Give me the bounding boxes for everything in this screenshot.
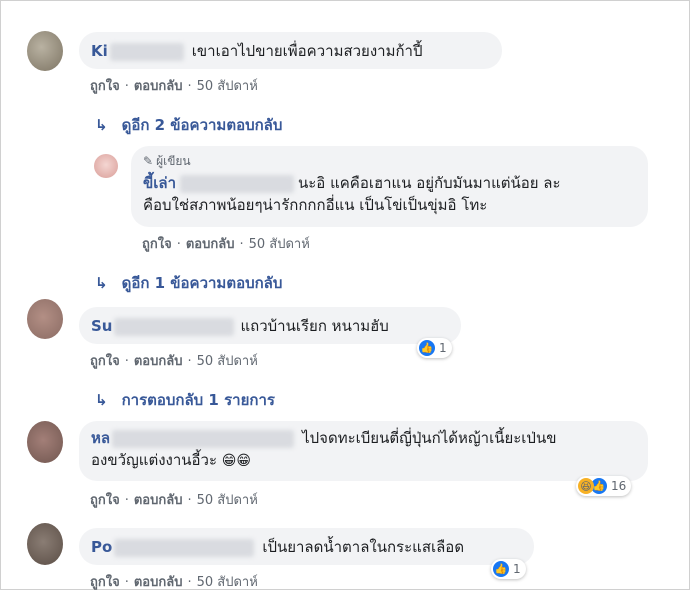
reply-link[interactable]: ตอบกลับ bbox=[186, 237, 235, 252]
avatar[interactable] bbox=[27, 421, 63, 463]
comment-actions: ถูกใจ · ตอบกลับ · 50 สัปดาห์ bbox=[90, 493, 258, 508]
author-badge: ✎ ผู้เขียน bbox=[143, 150, 636, 172]
redacted-name bbox=[109, 42, 184, 61]
view-more-replies[interactable]: ↳ ดูอีก 2 ข้อความตอบกลับ bbox=[95, 113, 282, 137]
reply-link[interactable]: ตอบกลับ bbox=[134, 354, 183, 369]
like-link[interactable]: ถูกใจ bbox=[90, 354, 120, 369]
reply-link[interactable]: ตอบกลับ bbox=[134, 493, 183, 508]
view-more-label: การตอบกลับ 1 รายการ bbox=[121, 391, 275, 409]
comment-bubble: ✎ ผู้เขียน ขี้เล่า นะอิ แคคือเฮาแน อยู่กับ… bbox=[131, 146, 648, 227]
redacted-name bbox=[112, 429, 295, 448]
like-link[interactable]: ถูกใจ bbox=[142, 237, 172, 252]
timestamp[interactable]: 50 สัปดาห์ bbox=[249, 237, 310, 252]
reaction-count[interactable]: 👍 1 bbox=[417, 338, 452, 358]
commenter-name[interactable]: Po bbox=[91, 538, 112, 556]
view-more-label: ดูอีก 2 ข้อความตอบกลับ bbox=[121, 116, 283, 134]
reaction-count[interactable]: 👍 1 bbox=[491, 559, 526, 579]
commenter-name[interactable]: Ki bbox=[91, 42, 108, 60]
avatar[interactable] bbox=[27, 299, 63, 339]
comment-text-line1: นะอิ แคคือเฮาแน อยู่กับมันมาแต่น้อย ละ bbox=[298, 174, 561, 192]
timestamp[interactable]: 50 สัปดาห์ bbox=[197, 354, 258, 369]
timestamp[interactable]: 50 สัปดาห์ bbox=[197, 79, 258, 94]
redacted-name bbox=[180, 174, 294, 193]
comment-actions: ถูกใจ · ตอบกลับ · 50 สัปดาห์ bbox=[90, 575, 258, 590]
reply-link[interactable]: ตอบกลับ bbox=[134, 79, 183, 94]
like-icon: 👍 bbox=[419, 340, 435, 356]
haha-icon: 😆 bbox=[578, 478, 594, 494]
reply-arrow-icon: ↳ bbox=[95, 274, 108, 292]
avatar[interactable] bbox=[94, 154, 118, 178]
comment-actions: ถูกใจ · ตอบกลับ · 50 สัปดาห์ bbox=[90, 79, 258, 94]
grin-emoji: 😁😁 bbox=[221, 453, 251, 469]
comment-actions: ถูกใจ · ตอบกลับ · 50 สัปดาห์ bbox=[90, 354, 258, 369]
comment-bubble: Po เป็นยาลดน้ำตาลในกระแสเลือด bbox=[79, 528, 534, 565]
view-more-label: ดูอีก 1 ข้อความตอบกลับ bbox=[121, 274, 283, 292]
view-more-replies[interactable]: ↳ ดูอีก 1 ข้อความตอบกลับ bbox=[95, 271, 282, 295]
comment-thread: Ki เขาเอาไปขายเพื่อความสวยงามก้าปี้ ถูกใจ… bbox=[0, 0, 690, 590]
comment-text: เป็นยาลดน้ำตาลในกระแสเลือด bbox=[262, 538, 465, 556]
reply-arrow-icon: ↳ bbox=[95, 116, 108, 134]
timestamp[interactable]: 50 สัปดาห์ bbox=[197, 493, 258, 508]
reaction-count[interactable]: 😆 👍 16 bbox=[576, 476, 632, 496]
like-link[interactable]: ถูกใจ bbox=[90, 575, 120, 590]
comment-text: เขาเอาไปขายเพื่อความสวยงามก้าปี้ bbox=[191, 42, 423, 60]
timestamp[interactable]: 50 สัปดาห์ bbox=[197, 575, 258, 590]
comment-bubble: หล ไปจดทะเบียนตี่ญี่ปุ่นก่ได้หญ้าเนี้ยะเป… bbox=[79, 421, 648, 481]
view-more-replies[interactable]: ↳ การตอบกลับ 1 รายการ bbox=[95, 388, 275, 412]
comment-bubble: Ki เขาเอาไปขายเพื่อความสวยงามก้าปี้ bbox=[79, 32, 502, 69]
avatar[interactable] bbox=[27, 31, 63, 71]
comment-text-line1: ไปจดทะเบียนตี่ญี่ปุ่นก่ได้หญ้าเนี้ยะเป่น… bbox=[302, 429, 557, 447]
reply-arrow-icon: ↳ bbox=[95, 391, 108, 409]
like-link[interactable]: ถูกใจ bbox=[90, 493, 120, 508]
reply-link[interactable]: ตอบกลับ bbox=[134, 575, 183, 590]
pencil-icon: ✎ bbox=[143, 154, 154, 168]
redacted-name bbox=[114, 317, 235, 336]
comment-text-line2: คือบใช่สภาพน้อยๆน่ารักกกกอี่แน เป็นโข่เป… bbox=[143, 196, 488, 214]
comment-actions: ถูกใจ · ตอบกลับ · 50 สัปดาห์ bbox=[142, 237, 310, 252]
commenter-name[interactable]: หล bbox=[91, 429, 110, 447]
like-icon: 👍 bbox=[493, 561, 509, 577]
like-link[interactable]: ถูกใจ bbox=[90, 79, 120, 94]
redacted-name bbox=[114, 538, 255, 557]
commenter-name[interactable]: Su bbox=[91, 317, 112, 335]
commenter-name[interactable]: ขี้เล่า bbox=[143, 174, 176, 192]
comment-text-line2: องขวัญแต่งงานอี้วะ bbox=[91, 451, 218, 469]
comment-text: แถวบ้านเรียก หนามฮับ bbox=[240, 317, 389, 335]
comment-bubble: Su แถวบ้านเรียก หนามฮับ bbox=[79, 307, 461, 344]
avatar[interactable] bbox=[27, 523, 63, 565]
